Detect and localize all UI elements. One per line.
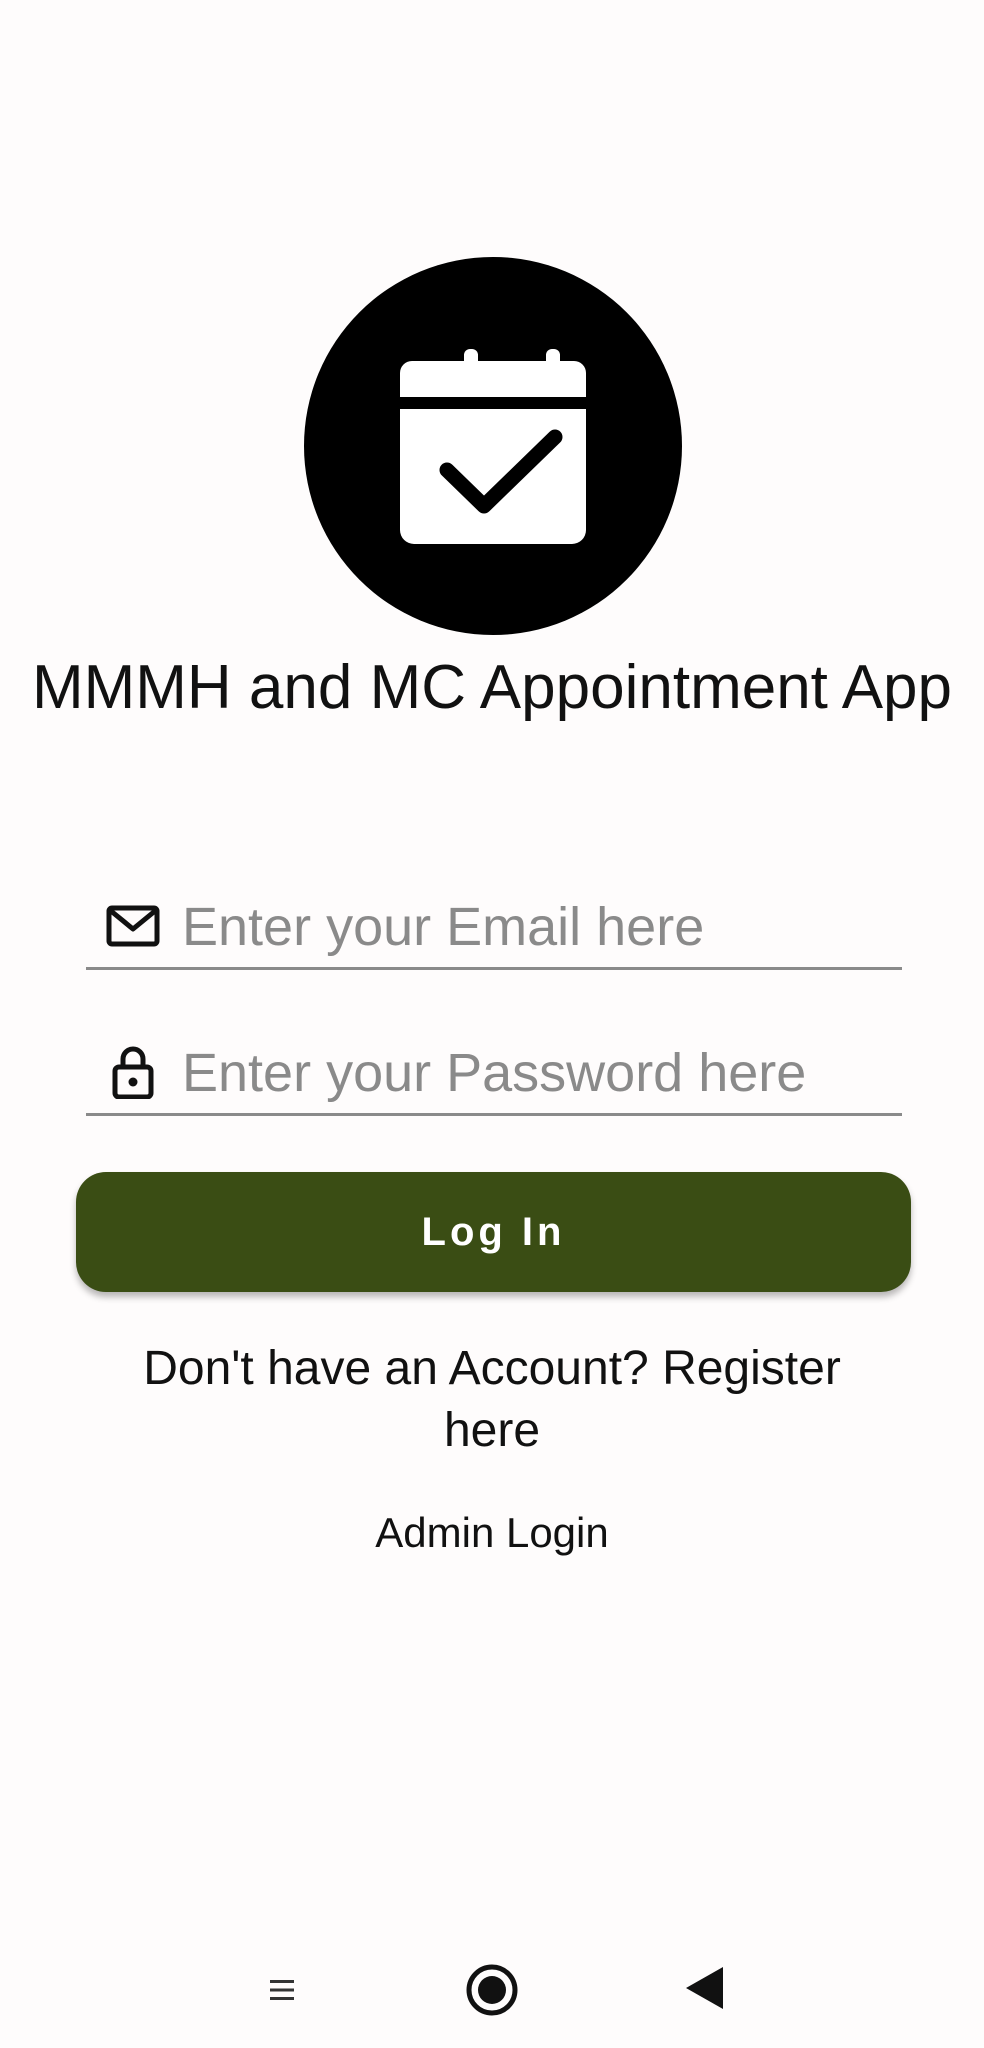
password-field[interactable] — [86, 1033, 902, 1116]
back-icon — [686, 1967, 723, 2009]
app-logo — [304, 257, 682, 635]
mail-icon — [106, 905, 160, 947]
nav-menu-button[interactable] — [252, 1960, 312, 2020]
email-input[interactable] — [182, 893, 882, 961]
home-icon — [466, 1964, 518, 2016]
lock-icon — [112, 1046, 154, 1099]
nav-home-button[interactable] — [462, 1960, 522, 2020]
nav-back-button[interactable] — [676, 1960, 736, 2020]
menu-icon — [270, 1980, 294, 2000]
password-input[interactable] — [182, 1039, 882, 1107]
email-field[interactable] — [86, 887, 902, 970]
login-button[interactable]: Log In — [76, 1172, 911, 1292]
app-title: MMMH and MC Appointment App — [31, 653, 953, 722]
calendar-check-icon — [400, 349, 586, 544]
register-link[interactable]: Don't have an Account? Register here — [100, 1338, 884, 1462]
admin-login-link[interactable]: Admin Login — [0, 1506, 984, 1560]
